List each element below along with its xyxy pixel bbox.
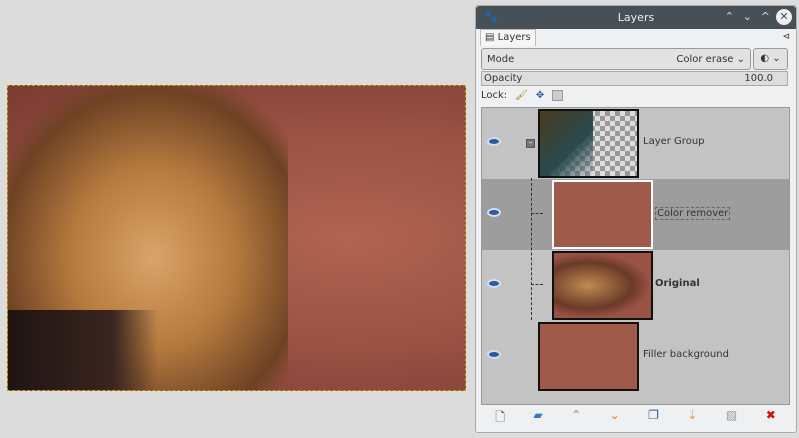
mode-select[interactable]: Mode Color erase ⌄ [481,48,751,70]
layer-list: – Layer Group Color remover Original Fil… [481,107,790,405]
layers-dialog: 🐾 Layers ⌃ ⌄ ^ ✕ ▤ Layers ⊲ Mode Color er… [475,5,797,433]
tab-label: Layers [497,32,531,43]
layer-name[interactable]: Color remover [655,207,731,220]
opacity-spinner[interactable]: Opacity 100.0 [481,71,788,86]
layer-row[interactable]: Original [482,250,789,321]
raise-layer-icon[interactable]: ⌃ [571,408,581,429]
minimize-icon[interactable]: ⌄ [743,10,752,23]
layer-row[interactable]: – Layer Group [482,108,789,179]
lock-label: Lock: [481,90,508,101]
lock-alpha-icon[interactable] [552,90,564,101]
layer-thumbnail [538,109,639,178]
layer-row[interactable]: Color remover [482,178,789,320]
image-canvas[interactable] [7,85,466,391]
mode-label: Mode [487,53,515,65]
tab-layers[interactable]: ▤ Layers [480,29,536,46]
opacity-label: Opacity [484,73,523,84]
lower-layer-icon[interactable]: ⌄ [610,408,620,429]
collapse-icon[interactable]: – [526,139,535,148]
tree-line [531,213,543,214]
composite-mode-button[interactable]: ◐ ⌄ [753,48,788,70]
layer-mask-icon[interactable]: ▨ [726,408,737,429]
close-icon[interactable]: ✕ [776,9,792,25]
layer-thumbnail [538,322,639,391]
delete-layer-icon[interactable]: ✖ [766,408,776,429]
merge-down-icon[interactable]: ⇣ [687,408,697,429]
lock-position-icon[interactable]: ✥ [536,90,544,101]
eye-icon[interactable] [487,137,501,146]
new-group-icon[interactable]: ▰ [533,408,542,429]
tree-line [531,284,543,285]
tab-menu-icon[interactable]: ⊲ [782,32,790,42]
maximize-icon[interactable]: ^ [761,10,770,23]
eye-icon[interactable] [487,208,501,217]
window-title: Layers [617,11,655,24]
layer-thumbnail [552,180,653,249]
lock-pixels-icon[interactable]: 🖌 [515,90,528,101]
title-bar: 🐾 Layers ⌃ ⌄ ^ ✕ [476,6,796,29]
eye-icon[interactable] [487,350,501,359]
shadow [8,310,158,390]
opacity-value: 100.0 [744,73,773,84]
layer-thumbnail [552,251,653,320]
gimp-icon: 🐾 [484,10,498,23]
layer-name[interactable]: Filler background [643,349,729,360]
mode-value: Color erase [676,53,734,65]
shade-icon[interactable]: ⌃ [725,10,734,23]
eye-icon[interactable] [487,279,501,288]
duplicate-layer-icon[interactable]: ❐ [648,408,659,429]
layer-name[interactable]: Original [655,278,700,289]
layer-name[interactable]: Layer Group [643,136,705,147]
new-layer-icon[interactable]: 🗋 [495,408,505,429]
layer-row[interactable]: Filler background [482,321,789,392]
